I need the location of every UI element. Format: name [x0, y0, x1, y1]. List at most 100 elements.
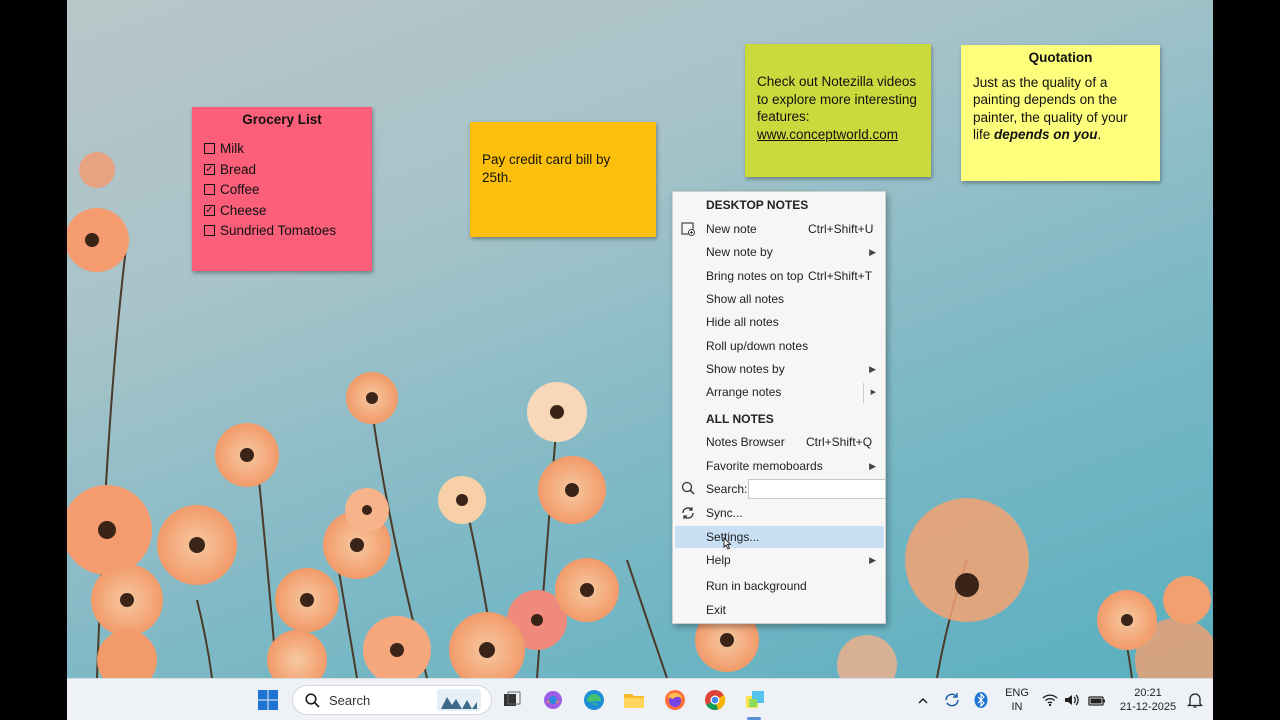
- clock[interactable]: 20:21 21-12-2025: [1113, 686, 1183, 714]
- checkbox-unchecked-icon[interactable]: [204, 184, 215, 196]
- settings-label: Settings...: [706, 530, 760, 544]
- favorite-label: Favorite memoboards: [706, 459, 823, 473]
- checkbox-checked-icon[interactable]: ✓: [204, 204, 215, 216]
- menu-bring-notes-on-top[interactable]: Bring notes on top Ctrl+Shift+T: [675, 265, 884, 287]
- clock-date: 21-12-2025: [1119, 701, 1177, 713]
- bring-top-shortcut: Ctrl+Shift+T: [808, 269, 873, 283]
- submenu-arrow-icon: ▶: [869, 554, 876, 565]
- new-note-label: New note: [706, 222, 757, 236]
- search-icon: [305, 692, 320, 708]
- checkbox-unchecked-icon[interactable]: [204, 225, 215, 237]
- clock-time: 20:21: [1134, 687, 1162, 699]
- checklist-item-label: Sundried Tomatoes: [220, 223, 337, 238]
- arrange-label: Arrange notes: [706, 385, 782, 399]
- notifications-bell-icon[interactable]: [1187, 689, 1203, 711]
- submenu-arrow-icon: ▶: [869, 246, 876, 257]
- submenu-arrow-icon[interactable]: ▶: [871, 388, 876, 396]
- volume-icon[interactable]: [1063, 689, 1081, 711]
- checklist-item-label: Bread: [220, 161, 257, 177]
- new-note-by-label: New note by: [706, 245, 773, 259]
- checklist-item[interactable]: Coffee: [204, 180, 360, 201]
- menu-show-all-notes[interactable]: Show all notes: [675, 288, 884, 310]
- grocery-list-note[interactable]: Grocery List Milk ✓ Bread Coffee ✓ Cheese Sund…: [192, 107, 372, 271]
- language-indicator[interactable]: ENG IN: [1004, 686, 1030, 714]
- grocery-note-title: Grocery List: [242, 112, 322, 127]
- run-bg-label: Run in background: [706, 579, 807, 593]
- start-windows-icon[interactable]: [257, 689, 279, 711]
- checklist-item[interactable]: Milk: [204, 139, 360, 160]
- browser-shortcut: Ctrl+Shift+Q: [806, 435, 873, 449]
- file-explorer-icon[interactable]: [623, 689, 645, 711]
- notezilla-icon[interactable]: [744, 689, 766, 711]
- video-note-text: Check out Notezilla videos to explore mo…: [757, 74, 917, 124]
- sync-icon: [682, 507, 694, 519]
- battery-icon[interactable]: [1087, 689, 1107, 711]
- desktop-wallpaper: Grocery List Milk ✓ Bread Coffee ✓ Cheese Sund…: [67, 0, 1213, 720]
- show-by-label: Show notes by: [706, 362, 785, 376]
- menu-section-desktop-notes: DESKTOP NOTES: [675, 194, 884, 216]
- mouse-cursor-icon: [723, 537, 732, 550]
- notezilla-videos-note[interactable]: Check out Notezilla videos to explore mo…: [745, 44, 931, 177]
- new-note-icon: [681, 222, 695, 236]
- copilot-icon[interactable]: [542, 689, 564, 711]
- menu-arrange-notes[interactable]: Arrange notes ▶: [675, 381, 884, 403]
- roll-label: Roll up/down notes: [706, 339, 809, 353]
- chrome-icon[interactable]: [704, 689, 726, 711]
- sync-tray-icon[interactable]: [943, 689, 961, 711]
- show-hidden-icons-chevron-icon[interactable]: [917, 689, 929, 711]
- wifi-icon[interactable]: [1041, 689, 1059, 711]
- submenu-arrow-icon: ▶: [869, 460, 876, 471]
- pay-note-text: Pay credit card bill by 25th.: [482, 152, 611, 185]
- menu-sync[interactable]: Sync...: [675, 502, 884, 524]
- section-desktop-label: DESKTOP NOTES: [706, 198, 809, 212]
- menu-favorite-memoboards[interactable]: Favorite memoboards ▶: [675, 455, 884, 477]
- pay-bill-note[interactable]: Pay credit card bill by 25th.: [470, 122, 656, 237]
- menu-run-in-background[interactable]: Run in background: [675, 575, 884, 597]
- menu-roll-up-down[interactable]: Roll up/down notes: [675, 335, 884, 357]
- help-label: Help: [706, 553, 731, 567]
- menu-new-note[interactable]: New note Ctrl+Shift+U: [675, 218, 884, 240]
- menu-new-note-by[interactable]: New note by ▶: [675, 241, 884, 263]
- language-line2: IN: [1011, 701, 1023, 713]
- section-all-label: ALL NOTES: [706, 412, 774, 426]
- bring-top-label: Bring notes on top: [706, 269, 804, 283]
- menu-notes-browser[interactable]: Notes Browser Ctrl+Shift+Q: [675, 431, 884, 453]
- menu-search: Search:: [675, 477, 886, 501]
- checkbox-checked-icon[interactable]: ✓: [204, 163, 215, 175]
- taskbar: Search ENG IN 20:21 21-12-2025: [67, 678, 1213, 720]
- conceptworld-link[interactable]: www.conceptworld.com: [757, 127, 898, 142]
- menu-section-all-notes: ALL NOTES: [675, 408, 884, 430]
- show-all-label: Show all notes: [706, 292, 785, 306]
- quote-text-emphasis: depends on you: [994, 127, 1098, 142]
- checklist-item[interactable]: Sundried Tomatoes: [204, 221, 360, 242]
- exit-label: Exit: [706, 603, 727, 617]
- language-line1: ENG: [1005, 687, 1029, 699]
- notezilla-context-menu: DESKTOP NOTES New note Ctrl+Shift+U New …: [672, 191, 886, 624]
- quote-note-text: Just as the quality of a painting depend…: [973, 74, 1148, 144]
- search-label: Search:: [706, 482, 748, 496]
- checklist-item[interactable]: ✓ Cheese: [204, 200, 360, 221]
- split-separator: [863, 383, 864, 403]
- edge-browser-icon[interactable]: [583, 689, 605, 711]
- menu-help[interactable]: Help ▶: [675, 549, 884, 571]
- quote-text-end: .: [1097, 127, 1102, 142]
- checkbox-unchecked-icon[interactable]: [204, 143, 215, 155]
- checklist-item[interactable]: ✓ Bread: [204, 159, 360, 180]
- bluetooth-icon[interactable]: [973, 689, 989, 711]
- task-view-icon[interactable]: [501, 689, 523, 711]
- menu-exit[interactable]: Exit: [675, 599, 884, 621]
- menu-settings[interactable]: Settings...: [675, 526, 884, 548]
- taskbar-search-label: Search: [329, 692, 371, 708]
- taskbar-search-box[interactable]: Search: [292, 685, 492, 715]
- menu-show-notes-by[interactable]: Show notes by ▶: [675, 358, 884, 380]
- menu-search-input[interactable]: [748, 479, 886, 499]
- quotation-note[interactable]: Quotation Just as the quality of a paint…: [961, 45, 1160, 181]
- submenu-arrow-icon: ▶: [869, 363, 876, 374]
- new-note-shortcut: Ctrl+Shift+U: [808, 222, 874, 236]
- checklist-item-label: Cheese: [220, 202, 267, 218]
- menu-hide-all-notes[interactable]: Hide all notes: [675, 311, 884, 333]
- hide-all-label: Hide all notes: [706, 315, 779, 329]
- quote-note-title: Quotation: [1028, 50, 1093, 65]
- search-icon: [681, 481, 695, 495]
- firefox-icon[interactable]: [664, 689, 686, 711]
